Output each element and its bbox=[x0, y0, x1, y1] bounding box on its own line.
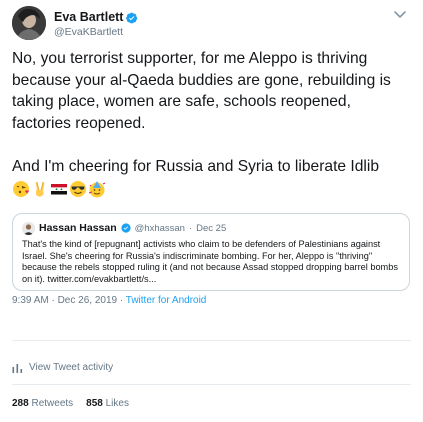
author-handle[interactable]: @EvaKBartlett bbox=[54, 26, 138, 39]
tweet-card: Eva Bartlett @EvaKBartlett No, you terro… bbox=[0, 0, 423, 422]
chevron-down-icon[interactable] bbox=[393, 10, 407, 20]
timestamp-text[interactable]: 9:39 AM · Dec 26, 2019 · bbox=[12, 295, 126, 306]
avatar[interactable] bbox=[12, 6, 46, 40]
retweets-label: Retweets bbox=[31, 398, 74, 409]
likes-label: Likes bbox=[105, 398, 129, 409]
author-name-row[interactable]: Eva Bartlett bbox=[54, 10, 138, 25]
retweets-count: 288 bbox=[12, 398, 29, 409]
bar-chart-icon bbox=[12, 363, 23, 373]
tweet-text: No, you terrorist supporter, for me Alep… bbox=[12, 50, 391, 175]
tweet-activity-link[interactable]: View Tweet activity bbox=[12, 362, 113, 373]
divider bbox=[12, 340, 411, 341]
source-app-link[interactable]: Twitter for Android bbox=[126, 295, 207, 306]
quoted-separator: · bbox=[188, 222, 193, 234]
quoted-display-name: Hassan Hassan bbox=[39, 222, 117, 234]
quoted-text: That's the kind of [repugnant] activists… bbox=[22, 239, 398, 284]
quoted-handle: @hxhassan bbox=[134, 222, 185, 234]
syria-flag-icon bbox=[50, 184, 68, 195]
likes-count: 858 bbox=[86, 398, 103, 409]
author-display-name[interactable]: Eva Bartlett bbox=[54, 10, 123, 25]
party-face-icon bbox=[88, 181, 106, 198]
retweets-stat[interactable]: 288 Retweets bbox=[12, 398, 73, 409]
likes-stat[interactable]: 858 Likes bbox=[86, 398, 129, 409]
smiling-face-with-sunglasses-icon bbox=[70, 181, 86, 197]
quoted-date: Dec 25 bbox=[196, 222, 227, 234]
engagement-stats: 288 Retweets 858 Likes bbox=[12, 398, 129, 409]
quoted-tweet[interactable]: Hassan Hassan @hxhassan · Dec 25 That's … bbox=[12, 213, 410, 291]
quoted-tweet-header: Hassan Hassan @hxhassan · Dec 25 bbox=[22, 220, 400, 236]
victory-hand-icon bbox=[35, 181, 45, 197]
tweet-timestamp: 9:39 AM · Dec 26, 2019 · Twitter for And… bbox=[12, 295, 206, 306]
verified-badge-icon bbox=[121, 223, 131, 233]
kissing-face-with-heart-icon bbox=[13, 181, 29, 197]
tweet-header: Eva Bartlett @EvaKBartlett bbox=[10, 4, 413, 44]
divider bbox=[12, 384, 411, 385]
quoted-avatar bbox=[22, 221, 35, 235]
verified-badge-icon bbox=[126, 12, 138, 23]
emoji-row bbox=[12, 180, 106, 198]
tweet-activity-label[interactable]: View Tweet activity bbox=[29, 362, 113, 373]
